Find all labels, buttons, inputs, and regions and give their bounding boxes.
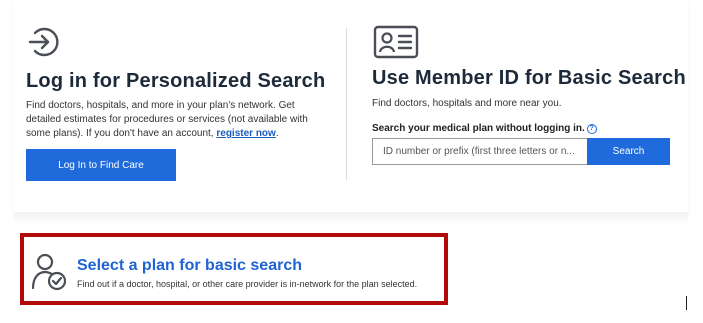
login-section: [26, 25, 326, 59]
member-id-section: [372, 25, 682, 59]
select-plan-card[interactable]: Select a plan for basic search Find out …: [20, 233, 448, 305]
search-plan-label-text: Search your medical plan without logging…: [372, 123, 585, 134]
person-check-icon: [31, 253, 67, 291]
help-icon[interactable]: ?: [586, 124, 597, 134]
arrow-in-circle-icon: [28, 27, 59, 57]
login-to-find-care-button[interactable]: Log In to Find Care: [26, 149, 176, 181]
member-id-input[interactable]: [372, 138, 587, 165]
text-cursor: [686, 296, 687, 310]
login-description-end: .: [275, 128, 279, 139]
member-id-search-button[interactable]: Search: [587, 138, 670, 165]
select-plan-title[interactable]: Select a plan for basic search: [77, 257, 302, 275]
id-card-icon: [373, 25, 419, 59]
member-id-description: Find doctors, hospitals and more near yo…: [372, 98, 562, 109]
card-shadow-strip: [14, 212, 688, 222]
column-divider: [346, 28, 347, 180]
register-now-link[interactable]: register now: [216, 128, 275, 139]
search-plan-label: Search your medical plan without logging…: [372, 123, 597, 134]
member-id-title: Use Member ID for Basic Search: [372, 67, 686, 89]
login-title: Log in for Personalized Search: [26, 70, 326, 92]
login-description: Find doctors, hospitals, and more in you…: [26, 99, 316, 141]
select-plan-description: Find out if a doctor, hospital, or other…: [77, 279, 418, 289]
